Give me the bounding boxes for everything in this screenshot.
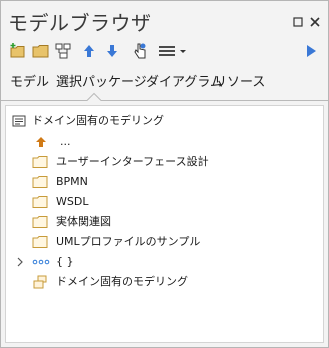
move-down-icon[interactable] <box>105 41 119 61</box>
folder-label: UMLプロファイルのサンプル <box>56 235 201 248</box>
package-label: ドメイン固有のモデリング <box>56 275 188 288</box>
locate-icon[interactable] <box>132 41 148 61</box>
play-icon[interactable] <box>304 41 318 61</box>
folder-icon[interactable] <box>32 41 50 61</box>
tree-root-label: ドメイン固有のモデリング <box>32 114 164 127</box>
tree-folder-row[interactable]: UMLプロファイルのサンプル <box>6 232 323 252</box>
diagram-icon[interactable] <box>54 41 72 61</box>
tree-up-label: ... <box>60 135 71 148</box>
package-icon <box>32 275 48 296</box>
folder-label: WSDL <box>56 195 89 208</box>
tree-group-row[interactable]: { } <box>6 252 323 272</box>
close-icon[interactable] <box>308 14 322 28</box>
pin-icon[interactable] <box>291 14 305 28</box>
folder-label: 実体関連図 <box>56 215 111 228</box>
tree-folder-row[interactable]: BPMN <box>6 172 323 192</box>
tree-package-row[interactable]: ドメイン固有のモデリング <box>6 272 323 292</box>
model-browser-window: モデルブラウザ モデル 選択パッケージ ダイアグラム リソース ドメイン固有のモ… <box>0 0 329 348</box>
folder-label: ユーザーインターフェース設計 <box>56 155 209 168</box>
tab-strip: モデル 選択パッケージ ダイアグラム リソース <box>1 67 328 103</box>
new-package-icon[interactable] <box>9 41 27 61</box>
tree-folder-row[interactable]: 実体関連図 <box>6 212 323 232</box>
package-tree: ドメイン固有のモデリング ... ユーザーインターフェース設計 BPMN WSD <box>5 105 324 343</box>
group-label: { } <box>56 255 74 268</box>
tree-root-row[interactable]: ドメイン固有のモデリング <box>6 111 323 131</box>
toolbar <box>1 39 328 65</box>
folder-label: BPMN <box>56 175 88 188</box>
window-title: モデルブラウザ <box>8 11 152 35</box>
tree-up-row[interactable]: ... <box>6 132 323 152</box>
tree-folder-row[interactable]: WSDL <box>6 192 323 212</box>
move-up-icon[interactable] <box>82 41 96 61</box>
tree-folder-row[interactable]: ユーザーインターフェース設計 <box>6 152 323 172</box>
tab-indicator <box>1 92 328 101</box>
title-bar: モデルブラウザ <box>1 1 328 39</box>
menu-icon[interactable] <box>157 41 189 61</box>
